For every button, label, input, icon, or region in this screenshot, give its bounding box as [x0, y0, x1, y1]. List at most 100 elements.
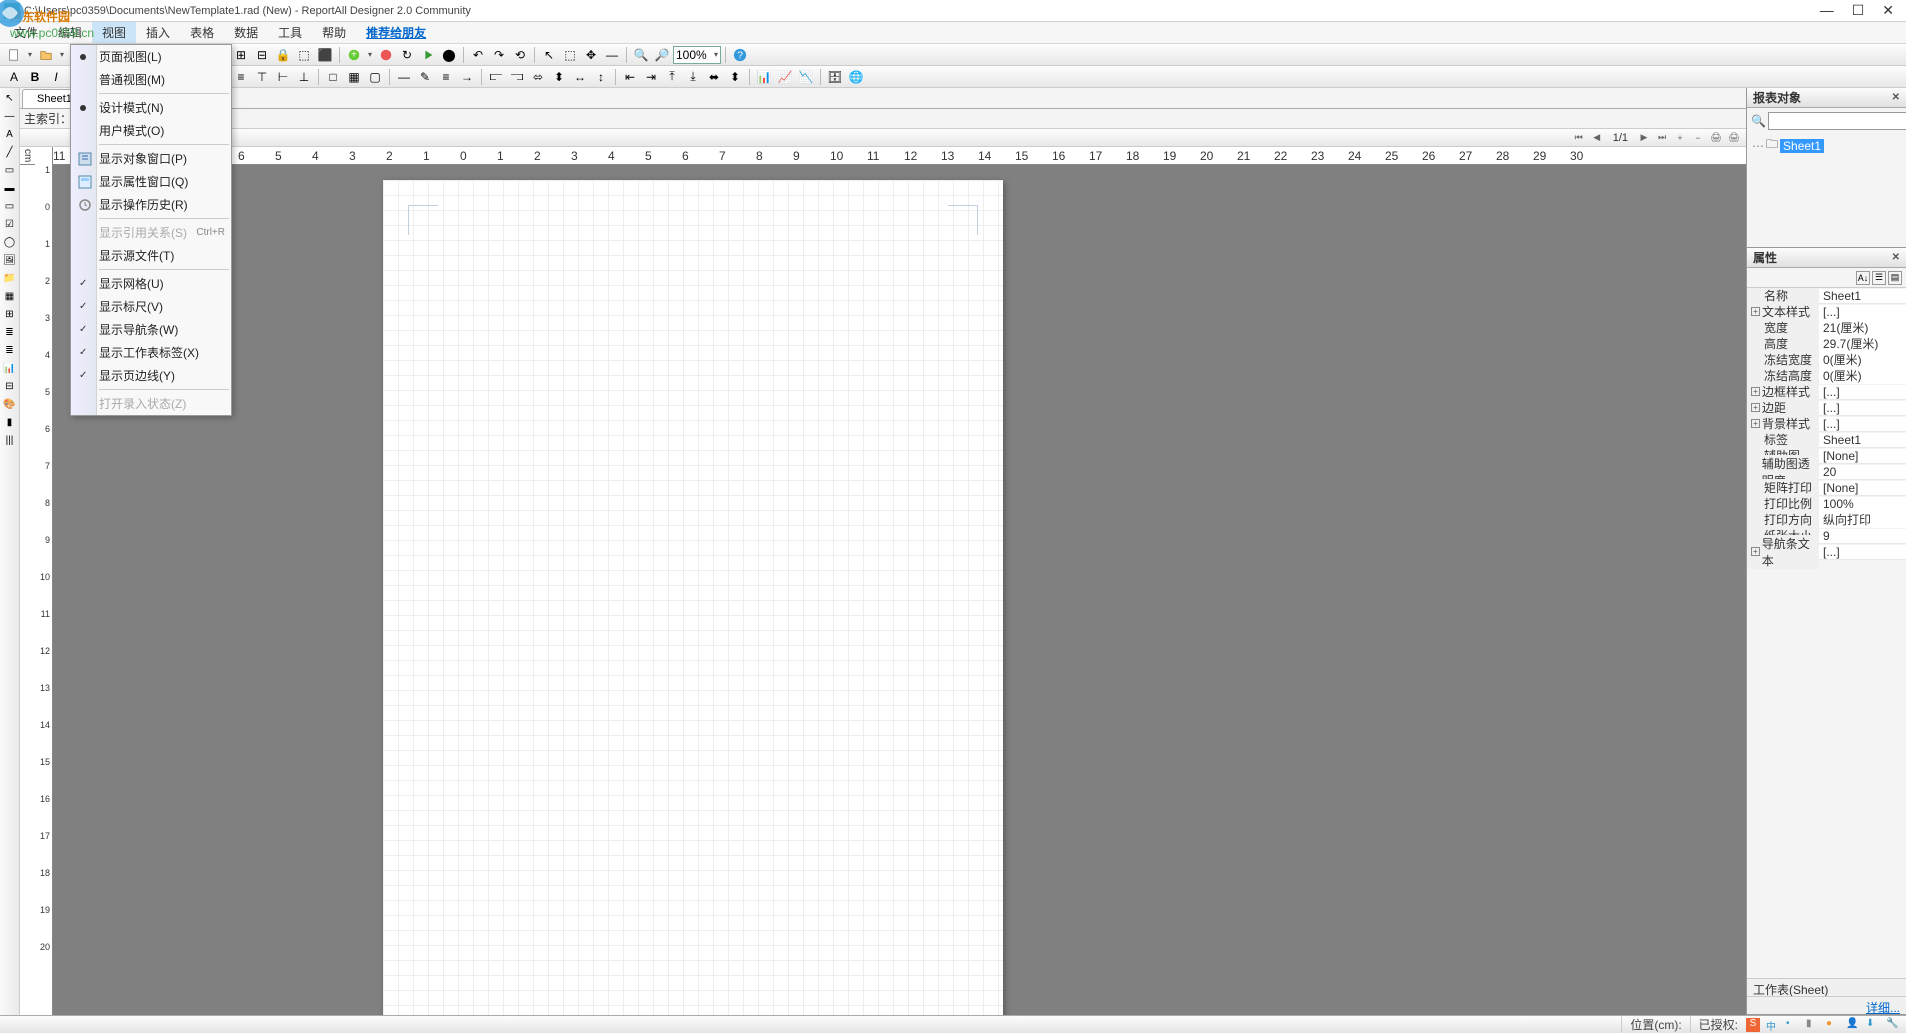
play-button[interactable] — [418, 45, 438, 65]
border-all-button[interactable]: ▦ — [344, 67, 364, 87]
property-grid[interactable]: 名称Sheet1+文本样式[...]宽度21(厘米)高度29.7(厘米)冻结宽度… — [1747, 288, 1906, 978]
menu-item-15[interactable]: ✓显示导航条(W) — [71, 318, 231, 341]
prop-row-5[interactable]: 冻结高度0(厘米) — [1747, 368, 1906, 384]
tool-folder[interactable]: 📁 — [2, 270, 18, 286]
menu-item-8[interactable]: 显示操作历史(R) — [71, 193, 231, 216]
minimize-button[interactable]: — — [1820, 2, 1834, 19]
object-search-input[interactable] — [1768, 112, 1906, 130]
tray-icon-6[interactable]: 👤 — [1846, 1018, 1860, 1032]
prop-row-14[interactable]: 打印方向纵向打印 — [1747, 512, 1906, 528]
menu-item-6[interactable]: 显示对象窗口(P) — [71, 147, 231, 170]
prop-row-12[interactable]: 矩阵打印[None] — [1747, 480, 1906, 496]
tool-chart[interactable]: 📊 — [2, 360, 18, 376]
tool-listbox[interactable]: ≣ — [2, 324, 18, 340]
close-button[interactable]: ✕ — [1882, 2, 1894, 19]
dist-h-button[interactable]: ⫍ — [486, 67, 506, 87]
menu-item-17[interactable]: ✓显示页边线(Y) — [71, 364, 231, 387]
snap-top-button[interactable]: ⤒ — [662, 67, 682, 87]
page[interactable] — [383, 180, 1003, 1015]
prop-row-2[interactable]: 宽度21(厘米) — [1747, 320, 1906, 336]
tool-rect2[interactable]: ▬ — [2, 180, 18, 196]
snap-right-button[interactable]: ⇥ — [641, 67, 661, 87]
web-button[interactable]: 🌐 — [846, 67, 866, 87]
menu-item-7[interactable]: 显示属性窗口(Q) — [71, 170, 231, 193]
prop-row-11[interactable]: 辅助图透明度20 — [1747, 464, 1906, 480]
detail-link[interactable]: 详细... — [1866, 999, 1900, 1012]
nav-last[interactable]: ⏭ — [1654, 130, 1670, 146]
prop-page-icon[interactable]: ▤ — [1888, 271, 1902, 285]
arrow-button[interactable]: → — [457, 67, 477, 87]
tool-text[interactable]: — — [2, 108, 18, 124]
tool-label[interactable]: A — [2, 126, 18, 142]
align-right-button[interactable]: ≡ — [231, 67, 251, 87]
tool-table[interactable]: ▦ — [2, 288, 18, 304]
italic-button[interactable]: I — [46, 67, 66, 87]
new-button[interactable] — [4, 45, 24, 65]
recommend-link[interactable]: 推荐给朋友 — [356, 22, 436, 43]
menu-item-0[interactable]: 页面视图(L) — [71, 45, 231, 68]
zoom-out-button[interactable]: 🔎 — [652, 45, 672, 65]
align-v-button[interactable]: ⬍ — [549, 67, 569, 87]
undo-button[interactable]: ↶ — [468, 45, 488, 65]
group3-button[interactable]: ⬛ — [315, 45, 335, 65]
nav-print2[interactable]: 🖨 — [1726, 130, 1742, 146]
line-weight-button[interactable]: ✎ — [415, 67, 435, 87]
align-bottom-button[interactable]: ⊥ — [294, 67, 314, 87]
open-button[interactable] — [36, 45, 56, 65]
center-h-button[interactable]: ⬌ — [704, 67, 724, 87]
size-w-button[interactable]: ↔ — [570, 67, 590, 87]
history-button[interactable]: ⟲ — [510, 45, 530, 65]
zoom-in-button[interactable]: 🔍 — [631, 45, 651, 65]
props-close-icon[interactable]: ✕ — [1892, 252, 1900, 263]
nav-prev[interactable]: ◀ — [1589, 130, 1605, 146]
tool-check[interactable]: ☑ — [2, 216, 18, 232]
tray-icon-4[interactable]: ▮ — [1806, 1018, 1820, 1032]
prop-row-8[interactable]: +背景样式[...] — [1747, 416, 1906, 432]
pointer-tool[interactable]: ↖ — [539, 45, 559, 65]
tray-icon-8[interactable]: 🔧 — [1886, 1018, 1900, 1032]
align-middle-button[interactable]: ⊢ — [273, 67, 293, 87]
ungroup-button[interactable]: ⊟ — [252, 45, 272, 65]
tray-icon-7[interactable]: ⬇ — [1866, 1018, 1880, 1032]
tray-icon-5[interactable]: ● — [1826, 1018, 1840, 1032]
record-button[interactable]: ⬤ — [439, 45, 459, 65]
tray-icon-2[interactable]: 中 — [1766, 1018, 1780, 1032]
prop-sort-icon[interactable]: A↓ — [1856, 271, 1870, 285]
remove-button[interactable] — [376, 45, 396, 65]
lock-button[interactable]: 🔒 — [273, 45, 293, 65]
prop-row-6[interactable]: +边框样式[...] — [1747, 384, 1906, 400]
nav-zoomout[interactable]: − — [1690, 130, 1706, 146]
line-button[interactable]: ≡ — [436, 67, 456, 87]
prop-row-0[interactable]: 名称Sheet1 — [1747, 288, 1906, 304]
size-h-button[interactable]: ↕ — [591, 67, 611, 87]
group-button[interactable]: ⊞ — [231, 45, 251, 65]
prop-row-4[interactable]: 冻结宽度0(厘米) — [1747, 352, 1906, 368]
menu-view[interactable]: 视图 — [92, 22, 136, 43]
menu-file[interactable]: 文件 — [4, 22, 48, 43]
menu-help[interactable]: 帮助 — [312, 22, 356, 43]
select-tool[interactable]: ⬚ — [560, 45, 580, 65]
tool-grid[interactable]: ⊞ — [2, 306, 18, 322]
font-button[interactable]: A — [4, 67, 24, 87]
tool-barcode[interactable]: ▮ — [2, 414, 18, 430]
nav-first[interactable]: ⏮ — [1571, 130, 1587, 146]
menu-table[interactable]: 表格 — [180, 22, 224, 43]
bold-button[interactable]: B — [25, 67, 45, 87]
prop-row-16[interactable]: +导航条文本[...] — [1747, 544, 1906, 560]
tool-pointer[interactable]: ↖ — [2, 90, 18, 106]
tray-icon-1[interactable]: S — [1746, 1018, 1760, 1032]
tool-tree[interactable]: ⊟ — [2, 378, 18, 394]
tray-icon-3[interactable]: • — [1786, 1018, 1800, 1032]
tool-image[interactable]: 🖼 — [2, 252, 18, 268]
line-style-button[interactable]: — — [394, 67, 414, 87]
tool-ellipse[interactable]: ◯ — [2, 234, 18, 250]
prop-row-1[interactable]: +文本样式[...] — [1747, 304, 1906, 320]
menu-tools[interactable]: 工具 — [268, 22, 312, 43]
prop-row-13[interactable]: 打印比例100% — [1747, 496, 1906, 512]
menu-item-11[interactable]: 显示源文件(T) — [71, 244, 231, 267]
prop-cat-icon[interactable]: ☰ — [1872, 271, 1886, 285]
tool-listbox2[interactable]: ≣ — [2, 342, 18, 358]
measure-tool[interactable]: — — [602, 45, 622, 65]
menu-item-3[interactable]: 设计模式(N) — [71, 96, 231, 119]
nav-next[interactable]: ▶ — [1636, 130, 1652, 146]
